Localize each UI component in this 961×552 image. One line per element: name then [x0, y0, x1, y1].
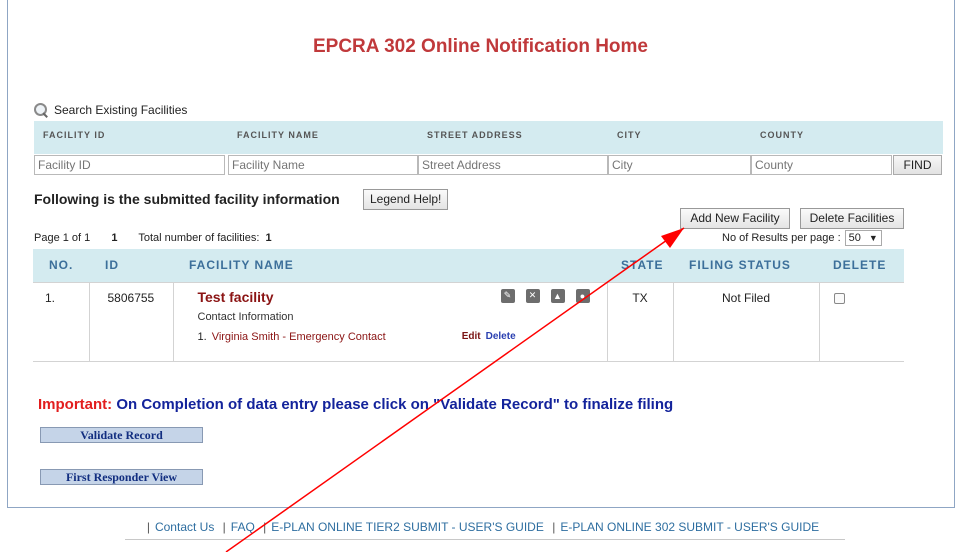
th-no: NO.	[33, 249, 89, 282]
facility-table: NO. ID FACILITY NAME STATE FILING STATUS…	[33, 249, 904, 362]
street-address-input[interactable]	[418, 155, 608, 175]
search-col-county: COUNTY	[760, 130, 804, 140]
info-heading: Following is the submitted facility info…	[34, 191, 340, 207]
results-value: 50	[848, 232, 861, 244]
row-state: TX	[606, 281, 674, 362]
validate-record-button[interactable]: Validate Record	[40, 427, 203, 443]
search-label-text: Search Existing Facilities	[54, 103, 188, 117]
contact-delete-link[interactable]: Delete	[486, 331, 516, 342]
search-label: Search Existing Facilities	[34, 103, 187, 117]
total-label: Total number of facilities:	[138, 232, 260, 244]
find-button[interactable]: FIND	[893, 155, 942, 175]
city-input[interactable]	[608, 155, 751, 175]
important-notice: Important: On Completion of data entry p…	[38, 396, 673, 413]
contact-name: Virginia Smith - Emergency Contact	[211, 330, 386, 343]
search-col-facility-name: FACILITY NAME	[237, 130, 319, 140]
contact-no: 1.	[197, 330, 207, 343]
row-delete-cell	[818, 281, 904, 362]
results-select[interactable]: 50 ▼	[844, 230, 882, 246]
footer-tier2-guide-link[interactable]: E-PLAN ONLINE TIER2 SUBMIT - USER'S GUID…	[271, 520, 544, 534]
page-number-link[interactable]: 1	[111, 232, 117, 244]
table-header-row: NO. ID FACILITY NAME STATE FILING STATUS…	[33, 249, 904, 282]
table-row: 1. 5806755 Test facility ✎ ✕ ▲ ● Contact…	[33, 281, 904, 362]
footer-divider	[125, 539, 845, 540]
footer-faq-link[interactable]: FAQ	[231, 520, 255, 534]
row-id: 5806755	[88, 281, 174, 362]
first-responder-view-button[interactable]: First Responder View	[40, 469, 203, 485]
search-col-city: CITY	[617, 130, 642, 140]
row-status: Not Filed	[672, 281, 820, 362]
facility-name-input[interactable]	[228, 155, 418, 175]
row-no: 1.	[33, 281, 90, 362]
row-actions: ✎ ✕ ▲ ●	[500, 288, 590, 305]
contact-row: 1. Virginia Smith - Emergency Contact Ed…	[198, 331, 607, 343]
row-facility-cell: Test facility ✎ ✕ ▲ ● Contact Informatio…	[172, 281, 608, 362]
page-title: EPCRA 302 Online Notification Home	[312, 36, 648, 57]
edit-pencil-icon[interactable]: ✎	[500, 288, 515, 303]
footer-contact-us-link[interactable]: Contact Us	[155, 520, 214, 534]
footer-302-guide-link[interactable]: E-PLAN ONLINE 302 SUBMIT - USER'S GUIDE	[560, 520, 819, 534]
contact-edit-link[interactable]: Edit	[462, 331, 481, 342]
search-icon	[34, 103, 49, 117]
th-facility-name: FACILITY NAME	[173, 249, 607, 282]
search-header: FACILITY ID FACILITY NAME STREET ADDRESS…	[34, 121, 943, 154]
important-label: Important:	[38, 396, 113, 413]
results-per-page: No of Results per page : 50 ▼	[722, 230, 882, 246]
footer: | Contact Us | FAQ | E-PLAN ONLINE TIER2 SU…	[146, 520, 820, 534]
county-input[interactable]	[751, 155, 892, 175]
th-delete: DELETE	[819, 249, 904, 282]
th-state: STATE	[607, 249, 673, 282]
search-col-street-address: STREET ADDRESS	[427, 130, 523, 140]
search-inputs	[34, 155, 943, 175]
th-filing-status: FILING STATUS	[673, 249, 819, 282]
results-label: No of Results per page :	[722, 232, 841, 244]
search-col-facility-id: FACILITY ID	[43, 130, 106, 140]
delete-x-icon[interactable]: ✕	[525, 288, 540, 303]
total-value: 1	[265, 232, 272, 244]
add-new-facility-button[interactable]: Add New Facility	[680, 208, 790, 229]
contact-info-heading: Contact Information	[197, 310, 294, 323]
th-id: ID	[89, 249, 173, 282]
facility-name-link[interactable]: Test facility	[198, 289, 274, 305]
important-message: On Completion of data entry please click…	[116, 396, 674, 413]
legend-help-button[interactable]: Legend Help!	[363, 189, 449, 210]
page-of-text: Page 1 of 1	[34, 232, 91, 244]
chevron-down-icon: ▼	[868, 233, 878, 243]
row-delete-checkbox[interactable]	[833, 292, 845, 304]
page-info: Page 1 of 1 1 Total number of facilities…	[34, 232, 290, 244]
facility-id-input[interactable]	[34, 155, 225, 175]
contact-person-icon[interactable]: ●	[575, 288, 590, 303]
chemical-flask-icon[interactable]: ▲	[550, 288, 565, 303]
delete-facilities-button[interactable]: Delete Facilities	[800, 208, 904, 229]
